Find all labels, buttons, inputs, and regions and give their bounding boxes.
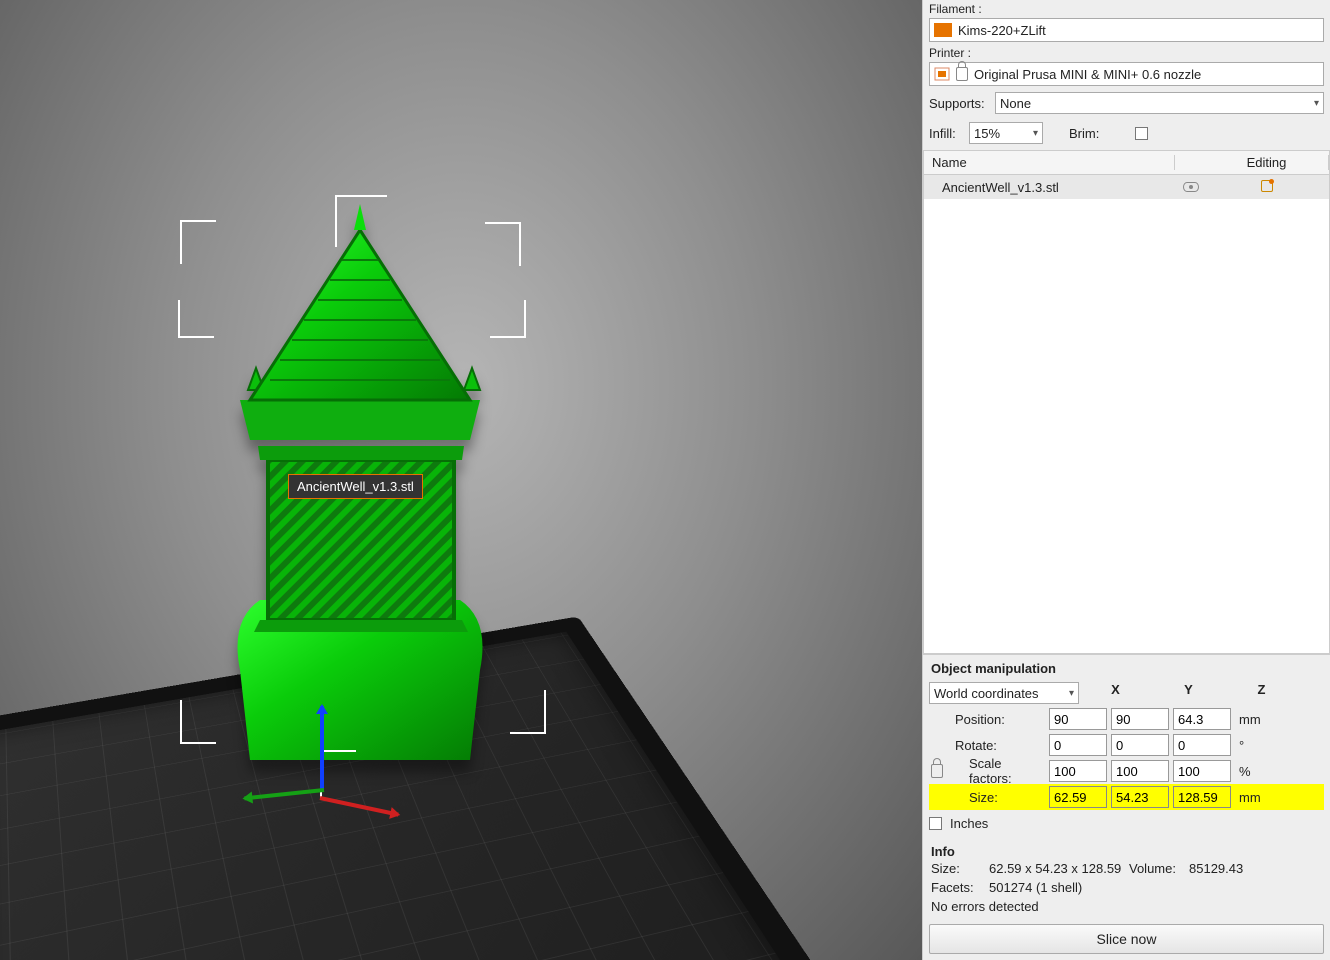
size-y-input[interactable] — [1111, 786, 1169, 808]
axis-header-x: X — [1079, 682, 1152, 704]
info-title: Info — [931, 844, 1322, 861]
inches-checkbox[interactable] — [929, 817, 942, 830]
list-header-name[interactable]: Name — [924, 155, 1175, 170]
object-name: AncientWell_v1.3.stl — [924, 180, 1175, 195]
object-list: Name Editing AncientWell_v1.3.stl — [923, 150, 1330, 654]
side-panel: Filament : Kims-220+ZLift Printer : Orig… — [922, 0, 1330, 960]
rotate-x-input[interactable] — [1049, 734, 1107, 756]
position-z-input[interactable] — [1173, 708, 1231, 730]
printer-selector[interactable]: Original Prusa MINI & MINI+ 0.6 nozzle — [929, 62, 1324, 86]
bbox-corner — [485, 222, 521, 266]
rotate-label: Rotate: — [949, 738, 1045, 753]
infill-selector[interactable]: 15% ▾ — [969, 122, 1043, 144]
bbox-corner — [320, 750, 356, 800]
filament-swatch-icon — [934, 23, 952, 37]
size-x-input[interactable] — [1049, 786, 1107, 808]
chevron-down-icon: ▾ — [1069, 688, 1074, 699]
scale-y-input[interactable] — [1111, 760, 1169, 782]
size-z-input[interactable] — [1173, 786, 1231, 808]
bbox-corner — [490, 300, 526, 338]
scale-unit: % — [1235, 764, 1261, 779]
info-size-value: 62.59 x 54.23 x 128.59 — [989, 861, 1129, 876]
supports-selector[interactable]: None ▾ — [995, 92, 1324, 114]
info-facets-label: Facets: — [931, 880, 989, 895]
info-panel: Info Size: 62.59 x 54.23 x 128.59 Volume… — [923, 840, 1330, 918]
model-tooltip: AncientWell_v1.3.stl — [288, 474, 423, 499]
eye-icon[interactable] — [1183, 182, 1199, 192]
bbox-corner — [178, 300, 214, 338]
edit-icon[interactable] — [1261, 180, 1273, 192]
printer-label: Printer : — [923, 44, 1330, 60]
chevron-down-icon: ▾ — [1314, 98, 1319, 109]
rotate-z-input[interactable] — [1173, 734, 1231, 756]
scale-label: Scale factors: — [949, 756, 1045, 786]
slice-now-button[interactable]: Slice now — [929, 924, 1324, 954]
info-size-label: Size: — [931, 861, 989, 876]
scale-x-input[interactable] — [1049, 760, 1107, 782]
position-y-input[interactable] — [1111, 708, 1169, 730]
chevron-down-icon: ▾ — [1033, 128, 1038, 139]
bbox-corner — [180, 700, 216, 744]
manip-title: Object manipulation — [929, 661, 1324, 680]
bbox-corner — [510, 690, 546, 734]
size-unit: mm — [1235, 790, 1261, 805]
object-manipulation-panel: Object manipulation World coordinates ▾ … — [923, 654, 1330, 840]
info-volume-value: 85129.43 — [1189, 861, 1322, 876]
list-item[interactable]: AncientWell_v1.3.stl — [924, 175, 1329, 199]
printer-name: Original Prusa MINI & MINI+ 0.6 nozzle — [974, 67, 1201, 82]
list-header-editing[interactable]: Editing — [1205, 155, 1329, 170]
infill-label: Infill: — [929, 126, 963, 141]
scale-z-input[interactable] — [1173, 760, 1231, 782]
inches-label: Inches — [946, 816, 988, 831]
printer-profile-icon — [934, 66, 950, 82]
bbox-corner — [335, 195, 387, 247]
coord-mode-selector[interactable]: World coordinates ▾ — [929, 682, 1079, 704]
lock-icon — [956, 67, 968, 81]
build-plate — [0, 500, 900, 960]
rotate-y-input[interactable] — [1111, 734, 1169, 756]
position-x-input[interactable] — [1049, 708, 1107, 730]
lock-icon[interactable] — [931, 764, 943, 778]
size-label: Size: — [949, 790, 1045, 805]
position-unit: mm — [1235, 712, 1261, 727]
supports-label: Supports: — [929, 96, 989, 111]
position-label: Position: — [949, 712, 1045, 727]
info-errors: No errors detected — [931, 895, 1322, 914]
brim-checkbox[interactable] — [1135, 127, 1148, 140]
viewport-3d[interactable]: ORIGINAL PRUSA MINI — [0, 0, 922, 960]
info-volume-label: Volume: — [1129, 861, 1189, 876]
info-facets-value: 501274 (1 shell) — [989, 880, 1322, 895]
filament-name: Kims-220+ZLift — [958, 23, 1046, 38]
axis-header-z: Z — [1225, 682, 1298, 704]
brim-label: Brim: — [1069, 126, 1129, 141]
bbox-corner — [180, 220, 216, 264]
axis-header-y: Y — [1152, 682, 1225, 704]
rotate-unit: ° — [1235, 738, 1261, 753]
filament-label: Filament : — [923, 0, 1330, 16]
filament-selector[interactable]: Kims-220+ZLift — [929, 18, 1324, 42]
